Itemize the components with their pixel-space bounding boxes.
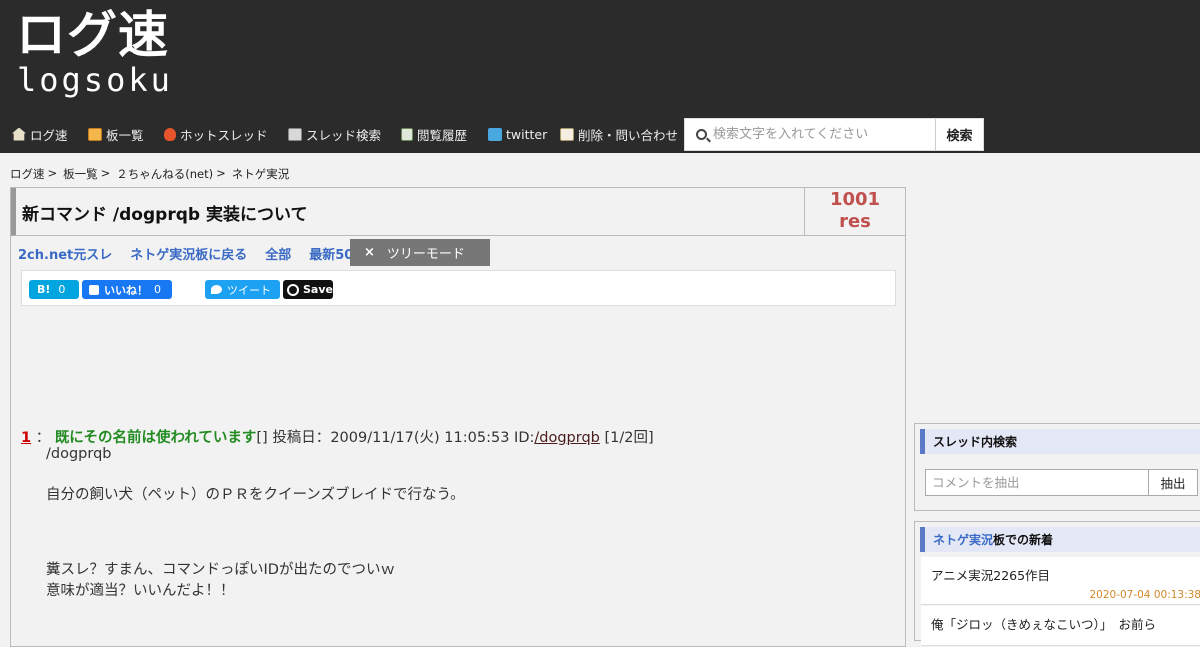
nav-item-history[interactable]: 閲覧履歴 bbox=[401, 118, 467, 150]
news-date: 2020-07-04 00:13:38 bbox=[1089, 589, 1200, 601]
facebook-like-button[interactable]: いいね！ 0 bbox=[82, 280, 172, 299]
tweet-label: ツイート bbox=[227, 283, 271, 297]
home-icon bbox=[12, 127, 26, 141]
thread-search-icon bbox=[288, 127, 302, 141]
news-title: アニメ実況2265作目 bbox=[931, 568, 1051, 583]
logo-en[interactable]: logsoku bbox=[17, 62, 173, 98]
post-body-line: /dogprqb bbox=[46, 446, 112, 462]
post-mail: [] bbox=[256, 430, 268, 446]
thumbs-up-icon bbox=[89, 284, 99, 295]
post-body-line: 糞スレ？すまん、コマンドっぽいIDが出たのでついｗ bbox=[46, 562, 395, 578]
thread-links: 2ch.net元スレ ネトゲ実況板に戻る 全部 最新50 bbox=[18, 240, 371, 266]
nav-item-contact[interactable]: 削除・問い合わせ bbox=[560, 118, 678, 150]
facebook-like-label: いいね！ bbox=[104, 283, 148, 297]
thread-search-panel: スレッド内検索 抽出 bbox=[914, 423, 1200, 511]
facebook-count: 0 bbox=[154, 283, 161, 296]
filter-button[interactable]: 抽出 bbox=[1148, 469, 1198, 496]
link-back-to-board[interactable]: ネトゲ実況板に戻る bbox=[130, 244, 247, 263]
thread-panel: 新コマンド /dogprqb 実装について 1001 res 2ch.net元ス… bbox=[10, 187, 906, 647]
breadcrumb-sep: > bbox=[100, 166, 111, 180]
nav-item-label: 閲覧履歴 bbox=[417, 127, 468, 143]
pinterest-icon bbox=[287, 283, 299, 296]
breadcrumb-sep: > bbox=[216, 166, 226, 180]
twitter-bird-icon bbox=[211, 285, 222, 294]
share-bar: B! 0 いいね！ 0 ツイート Save bbox=[21, 270, 896, 306]
nav-item-label: 削除・問い合わせ bbox=[578, 127, 679, 143]
site-search: 検索 bbox=[684, 118, 984, 151]
post-id[interactable]: /dogprqb bbox=[534, 430, 599, 446]
nav-item-label: 板一覧 bbox=[106, 127, 144, 143]
breadcrumb-item[interactable]: 板一覧 bbox=[63, 166, 98, 182]
list-item[interactable]: 俺「ジロッ（きめぇなこいつ）」 お前ら bbox=[921, 606, 1200, 646]
res-count-box: 1001 res bbox=[804, 188, 905, 235]
nav-item-label: twitter bbox=[506, 126, 548, 142]
board-news-suffix: 板での新着 bbox=[993, 533, 1054, 547]
hatena-bookmark-button[interactable]: B! 0 bbox=[29, 280, 79, 299]
pinterest-save-button[interactable]: Save bbox=[283, 280, 333, 299]
fire-icon bbox=[164, 127, 176, 141]
board-news-title: ネトゲ実況 板での新着 bbox=[920, 527, 1200, 552]
post-item: 1 ： 既にその名前は使われています[] 投稿日：2009/11/17(火) 1… bbox=[21, 426, 891, 599]
post-number[interactable]: 1 bbox=[21, 430, 31, 446]
mail-icon bbox=[560, 127, 574, 141]
nav-item-thread-search[interactable]: スレッド検索 bbox=[288, 118, 381, 150]
nav-item-label: スレッド検索 bbox=[306, 127, 382, 143]
post-date: 2009/11/17(火) 11:05:53 bbox=[330, 430, 510, 446]
nav-item-label: ホットスレッド bbox=[180, 127, 268, 143]
tree-mode-label: ツリーモード bbox=[386, 247, 465, 262]
pinterest-save-label: Save bbox=[303, 283, 333, 296]
hatena-count: 0 bbox=[58, 283, 66, 296]
post-date-prefix: 投稿日： bbox=[272, 430, 331, 446]
post-count: [1/2回] bbox=[604, 430, 654, 446]
tree-mode-button[interactable]: × ツリーモード bbox=[350, 239, 490, 266]
search-input[interactable] bbox=[713, 119, 933, 150]
post-body-line: 自分の飼い犬（ペット）のＰＲをクイーンズブレイドで行なう。 bbox=[46, 487, 465, 503]
site-header: ログ速 logsoku ログ速 板一覧 ホットスレッド スレッド検索 閲覧履歴 … bbox=[0, 0, 1200, 153]
breadcrumb-item[interactable]: ログ速 bbox=[10, 166, 45, 182]
comment-filter-input[interactable] bbox=[925, 469, 1149, 496]
post-author-name: 既にその名前は使われています bbox=[54, 430, 257, 446]
main-nav: ログ速 板一覧 ホットスレッド スレッド検索 閲覧履歴 twitter 削除・問… bbox=[0, 118, 690, 150]
breadcrumb-item[interactable]: ２ちゃんねる(net) bbox=[116, 166, 213, 182]
nav-item-hot-threads[interactable]: ホットスレッド bbox=[164, 118, 268, 150]
search-button[interactable]: 検索 bbox=[935, 119, 983, 150]
board-icon bbox=[88, 127, 102, 141]
res-label: res bbox=[839, 211, 871, 232]
post-id-prefix: ID: bbox=[514, 430, 535, 446]
post-header: 1 ： 既にその名前は使われています[] 投稿日：2009/11/17(火) 1… bbox=[21, 426, 891, 447]
link-latest50[interactable]: 最新50 bbox=[309, 244, 353, 263]
board-news-board-link[interactable]: ネトゲ実況 bbox=[933, 531, 993, 548]
breadcrumb-sep: > bbox=[47, 166, 58, 180]
nav-item-twitter[interactable]: twitter bbox=[488, 118, 547, 150]
breadcrumb-item[interactable]: ネトゲ実況 bbox=[232, 166, 290, 182]
board-news-panel: ネトゲ実況 板での新着 アニメ実況2265作目 2020-07-04 00:13:… bbox=[914, 521, 1200, 646]
close-icon: × bbox=[364, 245, 375, 260]
nav-item-label: ログ速 bbox=[30, 127, 68, 143]
logo-jp[interactable]: ログ速 bbox=[16, 6, 169, 64]
link-all[interactable]: 全部 bbox=[265, 244, 291, 263]
page-title: 新コマンド /dogprqb 実装について bbox=[22, 205, 308, 225]
list-item[interactable]: アニメ実況2265作目 2020-07-04 00:13:38 bbox=[921, 557, 1200, 605]
nav-item-home[interactable]: ログ速 bbox=[12, 118, 68, 150]
thread-title-box: 新コマンド /dogprqb 実装について 1001 res bbox=[11, 188, 905, 236]
nav-item-boards[interactable]: 板一覧 bbox=[88, 118, 144, 150]
news-title: 俺「ジロッ（きめぇなこいつ）」 お前ら bbox=[931, 617, 1157, 632]
history-icon bbox=[401, 127, 413, 141]
thread-search-title: スレッド内検索 bbox=[920, 429, 1200, 454]
post-body-line: 意味が適当？いいんだよ！！ bbox=[46, 583, 235, 599]
post-colon: ： bbox=[35, 430, 51, 446]
res-count: 1001 bbox=[829, 189, 881, 210]
hatena-icon: B! bbox=[37, 283, 51, 296]
link-original-thread[interactable]: 2ch.net元スレ bbox=[18, 244, 112, 263]
breadcrumb: ログ速 > 板一覧 > ２ちゃんねる(net) > ネトゲ実況 bbox=[10, 166, 289, 182]
tweet-button[interactable]: ツイート bbox=[205, 280, 280, 299]
twitter-icon bbox=[488, 127, 502, 141]
search-icon bbox=[696, 129, 707, 140]
